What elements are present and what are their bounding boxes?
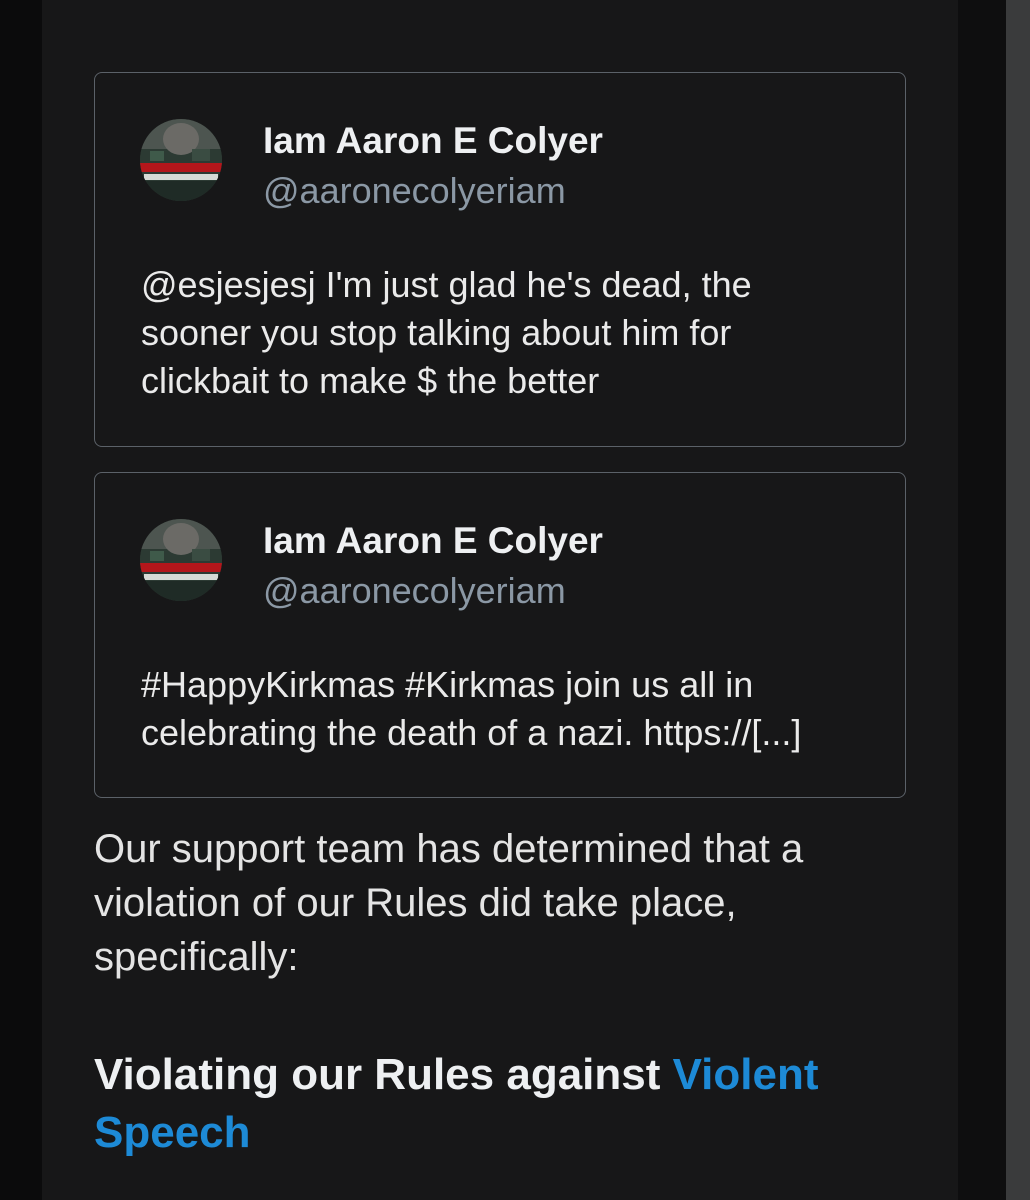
tweet-author-name: Iam Aaron E Colyer — [263, 120, 603, 161]
violated-rule-heading: Violating our Rules against Violent Spee… — [94, 1046, 914, 1162]
tweet-text-line: clickbait to make $ the better — [141, 360, 600, 401]
avatar-image — [140, 119, 222, 201]
violation-message: Our support team has determined that a v… — [94, 822, 914, 984]
left-gutter — [0, 0, 42, 1200]
violent-speech-link-continued[interactable]: Speech — [94, 1108, 251, 1157]
reported-tweet-card: Iam Aaron E Colyer @aaronecolyeriam #Hap… — [94, 472, 906, 798]
message-line: violation of our Rules did take place, — [94, 881, 737, 925]
rule-heading-line: Speech — [94, 1104, 914, 1162]
avatar — [140, 519, 222, 601]
tweet-author-name: Iam Aaron E Colyer — [263, 520, 603, 561]
message-line: Our support team has determined that a — [94, 827, 804, 871]
tweet-author-handle: @aaronecolyeriam — [263, 570, 566, 611]
reported-tweet-card: Iam Aaron E Colyer @aaronecolyeriam @esj… — [94, 72, 906, 447]
avatar — [140, 119, 222, 201]
tweet-text-line: celebrating the death of a nazi. https:/… — [141, 712, 802, 753]
tweet-text: #HappyKirkmas #Kirkmas join us all in ce… — [141, 661, 881, 757]
tweet-text: @esjesjesj I'm just glad he's dead, the … — [141, 261, 881, 405]
right-gutter — [958, 0, 1006, 1200]
tweet-text-line: sooner you stop talking about him for — [141, 312, 732, 353]
rule-heading-line: Violating our Rules against Violent — [94, 1046, 914, 1104]
violent-speech-link[interactable]: Violent — [673, 1050, 819, 1099]
message-line: specifically: — [94, 935, 299, 979]
avatar-image — [140, 519, 222, 601]
tweet-author-handle: @aaronecolyeriam — [263, 170, 566, 211]
email-page: Iam Aaron E Colyer @aaronecolyeriam @esj… — [0, 0, 1030, 1200]
scrollbar[interactable] — [1006, 0, 1030, 1200]
rule-prefix: Violating our Rules against — [94, 1050, 673, 1099]
tweet-text-line: #HappyKirkmas #Kirkmas join us all in — [141, 664, 754, 705]
tweet-text-line: @esjesjesj I'm just glad he's dead, the — [141, 264, 752, 305]
